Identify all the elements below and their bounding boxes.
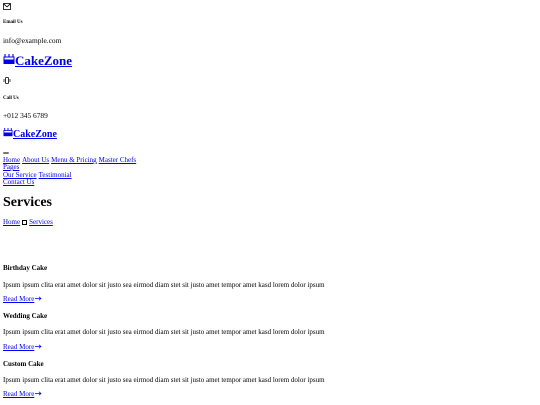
breadcrumb: Home Services: [3, 218, 53, 226]
breadcrumb-current[interactable]: Services: [29, 218, 53, 226]
navbar-row-1: Home About Us Menu & Pricing Master Chefs: [3, 156, 138, 164]
service-text: Ipsum ipsum clita erat amet dolor sit ju…: [3, 376, 325, 384]
service-title: Wedding Cake: [3, 312, 48, 320]
nav-item-about[interactable]: About Us: [22, 156, 49, 164]
nav-item-testimonial[interactable]: Testimonial: [39, 171, 72, 179]
breadcrumb-home[interactable]: Home: [3, 218, 20, 226]
service-title: Birthday Cake: [3, 264, 48, 272]
phone-value: +012 345 6789: [3, 111, 48, 120]
menu-toggler-icon[interactable]: [3, 152, 9, 154]
navbar-row-2: Pages: [3, 163, 21, 171]
read-more-label: Read More: [3, 390, 35, 398]
email-label: Email Us: [3, 20, 23, 25]
service-text: Ipsum ipsum clita erat amet dolor sit ju…: [3, 328, 325, 336]
brand-name: CakeZone: [13, 129, 57, 140]
read-more-link[interactable]: Read More: [3, 295, 42, 303]
read-more-label: Read More: [3, 343, 35, 351]
read-more-link[interactable]: Read More: [3, 343, 42, 351]
cake-icon: [3, 128, 13, 141]
nav-item-master-chefs[interactable]: Master Chefs: [99, 156, 137, 164]
envelope-icon: [3, 3, 11, 10]
phone-label: Call Us: [3, 96, 19, 101]
service-title: Custom Cake: [3, 360, 44, 368]
arrow-right-icon: [35, 390, 42, 398]
brand-name: CakeZone: [15, 53, 73, 68]
phone-vibrate-icon: [3, 77, 11, 84]
brand-link-main[interactable]: CakeZone: [3, 54, 72, 68]
page-title: Services: [3, 195, 52, 210]
cake-icon: [3, 54, 15, 68]
arrow-right-icon: [35, 295, 42, 303]
arrow-right-icon: [35, 343, 42, 351]
breadcrumb-separator-icon: [22, 219, 28, 225]
service-text: Ipsum ipsum clita erat amet dolor sit ju…: [3, 281, 325, 289]
nav-item-contact[interactable]: Contact Us: [3, 178, 34, 186]
brand-link-navbar[interactable]: CakeZone: [3, 128, 57, 141]
read-more-link[interactable]: Read More: [3, 390, 42, 398]
read-more-label: Read More: [3, 295, 35, 303]
navbar-row-4: Contact Us: [3, 178, 36, 186]
nav-item-pages[interactable]: Pages: [3, 163, 19, 171]
nav-item-menu-pricing[interactable]: Menu & Pricing: [51, 156, 97, 164]
email-value: info@example.com: [3, 36, 62, 45]
